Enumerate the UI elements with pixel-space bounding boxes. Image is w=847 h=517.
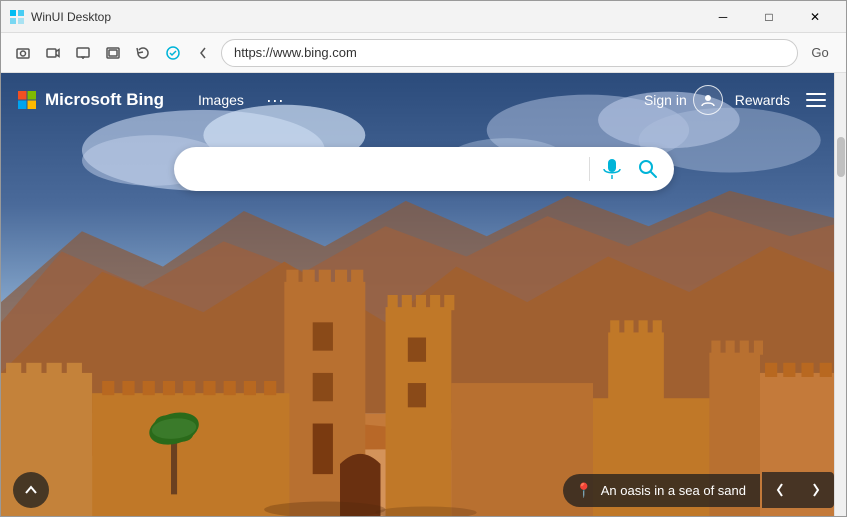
search-divider: [589, 157, 590, 181]
next-image-button[interactable]: [798, 472, 834, 508]
browser-content: Microsoft Bing Images ··· Sign in Reward…: [1, 73, 846, 516]
refresh-btn[interactable]: [129, 39, 157, 67]
hamburger-line-2: [806, 99, 826, 101]
screenshot-btn[interactable]: [9, 39, 37, 67]
search-input[interactable]: [190, 160, 585, 178]
rewards-link[interactable]: Rewards: [735, 92, 790, 108]
bottom-bar: 📍 An oasis in a sea of sand: [1, 472, 846, 516]
minimize-button[interactable]: ─: [700, 1, 746, 33]
video-btn[interactable]: [39, 39, 67, 67]
background-scene: [1, 73, 846, 516]
nav-more-dots[interactable]: ···: [258, 86, 292, 115]
scrollbar[interactable]: [834, 73, 846, 516]
bing-brand-text: Microsoft Bing: [45, 90, 164, 110]
window-controls: ─ □ ✕: [700, 1, 838, 33]
mic-button[interactable]: [594, 151, 630, 187]
bing-page: Microsoft Bing Images ··· Sign in Reward…: [1, 73, 846, 516]
screen-btn[interactable]: [69, 39, 97, 67]
check-btn[interactable]: [159, 39, 187, 67]
caption-area: 📍 An oasis in a sea of sand: [563, 472, 834, 508]
back-nav-btn[interactable]: [189, 39, 217, 67]
window-title: WinUI Desktop: [31, 10, 700, 24]
sign-in-label: Sign in: [644, 92, 687, 108]
search-container: [1, 147, 846, 191]
nav-images[interactable]: Images: [188, 86, 254, 114]
search-box: [174, 147, 674, 191]
bing-navbar: Microsoft Bing Images ··· Sign in Reward…: [1, 73, 846, 127]
title-bar: WinUI Desktop ─ □ ✕: [1, 1, 846, 33]
close-button[interactable]: ✕: [792, 1, 838, 33]
scroll-up-button[interactable]: [13, 472, 49, 508]
display-btn[interactable]: [99, 39, 127, 67]
search-button[interactable]: [630, 151, 666, 187]
maximize-button[interactable]: □: [746, 1, 792, 33]
sign-in-button[interactable]: Sign in: [644, 85, 723, 115]
nav-right: Sign in Rewards: [644, 85, 830, 115]
caption-text: An oasis in a sea of sand: [601, 483, 746, 498]
app-icon: [9, 9, 25, 25]
prev-image-button[interactable]: [762, 472, 798, 508]
go-button[interactable]: Go: [802, 39, 838, 67]
app-window: WinUI Desktop ─ □ ✕: [0, 0, 847, 517]
location-icon: 📍: [575, 482, 592, 499]
hamburger-line-1: [806, 93, 826, 95]
bing-logo[interactable]: Microsoft Bing: [17, 90, 164, 110]
url-input[interactable]: [221, 39, 798, 67]
toolbar-buttons: [9, 39, 217, 67]
microsoft-logo: [17, 90, 37, 110]
hamburger-menu[interactable]: [802, 89, 830, 111]
nav-links: Images ···: [188, 86, 292, 115]
caption-pill: 📍 An oasis in a sea of sand: [563, 474, 760, 507]
user-avatar: [693, 85, 723, 115]
address-bar: Go: [1, 33, 846, 73]
hamburger-line-3: [806, 105, 826, 107]
